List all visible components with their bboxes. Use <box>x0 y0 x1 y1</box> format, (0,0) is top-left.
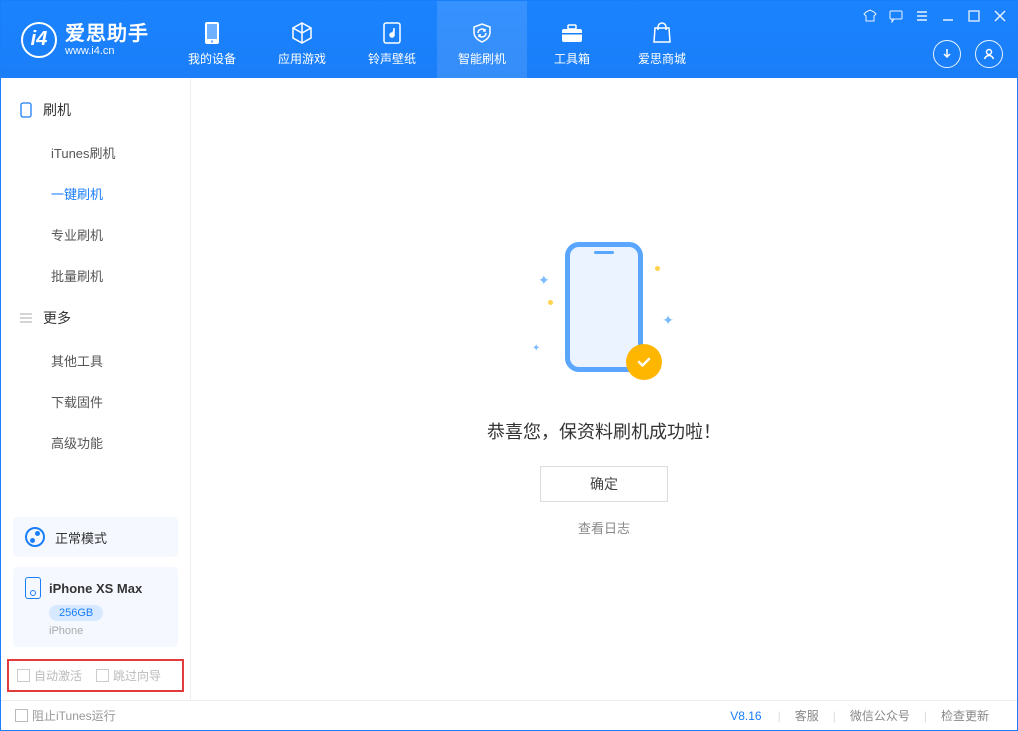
skin-icon[interactable] <box>861 7 879 25</box>
checkbox-icon <box>96 669 109 682</box>
checkbox-block-itunes[interactable]: 阻止iTunes运行 <box>15 707 116 724</box>
top-nav: 我的设备 应用游戏 铃声壁纸 智能刷机 工具箱 爱思商城 <box>167 1 707 78</box>
checkbox-icon <box>15 709 28 722</box>
minimize-icon[interactable] <box>939 7 957 25</box>
main-panel: ✦✦✦ 恭喜您，保资料刷机成功啦！ 确定 查看日志 <box>191 78 1017 700</box>
status-bar: 阻止iTunes运行 V8.16 | 客服 | 微信公众号 | 检查更新 <box>1 700 1017 730</box>
logo-icon: i4 <box>21 22 57 58</box>
phone-outline-icon <box>19 103 33 117</box>
mode-label: 正常模式 <box>55 528 107 547</box>
device-card[interactable]: iPhone XS Max 256GB iPhone <box>13 567 178 647</box>
toolbox-icon <box>560 20 584 46</box>
support-link[interactable]: 客服 <box>781 707 833 724</box>
check-update-link[interactable]: 检查更新 <box>927 707 1003 724</box>
checkbox-icon <box>17 669 30 682</box>
ok-button[interactable]: 确定 <box>540 466 668 502</box>
mode-icon <box>25 527 45 547</box>
check-badge-icon <box>626 344 662 380</box>
menu-icon[interactable] <box>913 7 931 25</box>
feedback-icon[interactable] <box>887 7 905 25</box>
device-icon <box>203 20 221 46</box>
nav-mall[interactable]: 爱思商城 <box>617 1 707 78</box>
mode-card[interactable]: 正常模式 <box>13 517 178 557</box>
music-file-icon <box>381 20 403 46</box>
cube-icon <box>290 20 314 46</box>
bag-icon <box>651 20 673 46</box>
app-title: 爱思助手 <box>65 23 149 45</box>
wechat-link[interactable]: 微信公众号 <box>836 707 924 724</box>
list-icon <box>19 311 33 325</box>
device-name: iPhone XS Max <box>49 581 142 596</box>
account-button[interactable] <box>975 40 1003 68</box>
sidebar-item-other-tools[interactable]: 其他工具 <box>1 340 190 381</box>
close-icon[interactable] <box>991 7 1009 25</box>
sidebar-item-itunes-flash[interactable]: iTunes刷机 <box>1 132 190 173</box>
nav-my-device[interactable]: 我的设备 <box>167 1 257 78</box>
maximize-icon[interactable] <box>965 7 983 25</box>
sidebar-section-more[interactable]: 更多 <box>1 296 190 340</box>
device-capacity: 256GB <box>49 605 103 621</box>
device-type: iPhone <box>49 625 166 637</box>
sidebar-section-flash[interactable]: 刷机 <box>1 88 190 132</box>
success-illustration: ✦✦✦ <box>504 242 704 392</box>
nav-ringtones[interactable]: 铃声壁纸 <box>347 1 437 78</box>
app-url: www.i4.cn <box>65 45 149 57</box>
window-controls <box>861 7 1009 25</box>
logo: i4 爱思助手 www.i4.cn <box>1 1 167 78</box>
view-log-link[interactable]: 查看日志 <box>578 518 630 537</box>
device-small-icon <box>25 577 41 599</box>
success-message: 恭喜您，保资料刷机成功啦！ <box>487 418 721 444</box>
version-label: V8.16 <box>730 709 761 723</box>
nav-toolbox[interactable]: 工具箱 <box>527 1 617 78</box>
sidebar-section-title: 更多 <box>43 308 71 328</box>
sidebar-section-title: 刷机 <box>43 100 71 120</box>
sidebar: 刷机 iTunes刷机 一键刷机 专业刷机 批量刷机 更多 其他工具 下载固件 … <box>1 78 191 700</box>
nav-apps[interactable]: 应用游戏 <box>257 1 347 78</box>
header: i4 爱思助手 www.i4.cn 我的设备 应用游戏 铃声壁纸 智能刷机 <box>1 1 1017 78</box>
checkbox-skip-guide[interactable]: 跳过向导 <box>96 667 161 684</box>
refresh-shield-icon <box>470 20 494 46</box>
highlighted-options: 自动激活 跳过向导 <box>7 659 184 692</box>
sidebar-item-batch-flash[interactable]: 批量刷机 <box>1 255 190 296</box>
sidebar-item-onekey-flash[interactable]: 一键刷机 <box>1 173 190 214</box>
checkbox-auto-activate[interactable]: 自动激活 <box>17 667 82 684</box>
nav-flash[interactable]: 智能刷机 <box>437 1 527 78</box>
sidebar-item-download-firmware[interactable]: 下载固件 <box>1 381 190 422</box>
download-button[interactable] <box>933 40 961 68</box>
sidebar-item-pro-flash[interactable]: 专业刷机 <box>1 214 190 255</box>
sidebar-item-advanced[interactable]: 高级功能 <box>1 422 190 463</box>
